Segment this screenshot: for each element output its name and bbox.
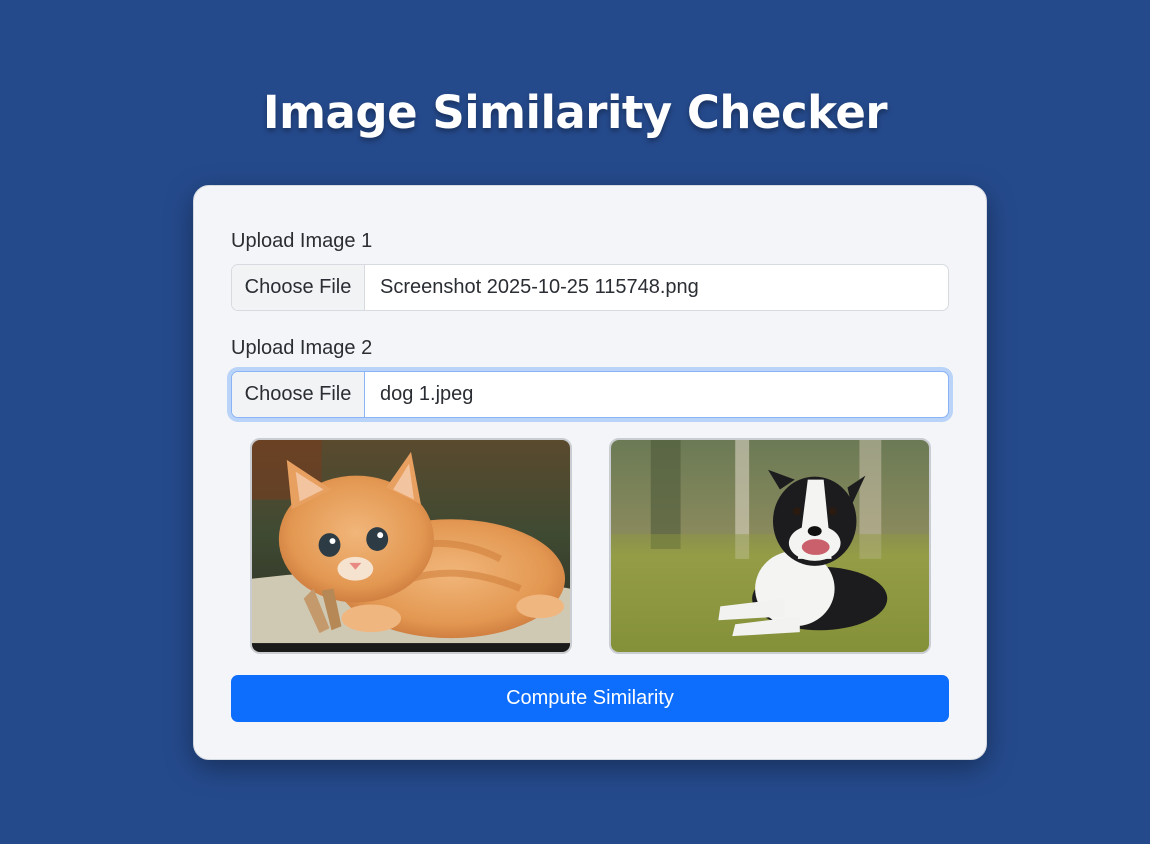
image-1-preview bbox=[250, 438, 572, 654]
compute-similarity-button[interactable]: Compute Similarity bbox=[231, 675, 949, 722]
upload-image-1-input[interactable]: Choose File Screenshot 2025-10-25 115748… bbox=[231, 264, 949, 311]
upload-image-1-label: Upload Image 1 bbox=[231, 230, 373, 252]
file-name-1: Screenshot 2025-10-25 115748.png bbox=[380, 276, 699, 298]
choose-file-2-button[interactable]: Choose File bbox=[232, 372, 365, 417]
kitten-image bbox=[252, 440, 570, 652]
upload-image-2-input[interactable]: Choose File dog 1.jpeg bbox=[231, 371, 949, 418]
upload-card: Upload Image 1 Choose File Screenshot 20… bbox=[193, 185, 987, 760]
upload-image-2-label: Upload Image 2 bbox=[231, 337, 373, 359]
page-title: Image Similarity Checker bbox=[262, 86, 888, 139]
image-2-preview bbox=[609, 438, 931, 654]
choose-file-1-button[interactable]: Choose File bbox=[232, 265, 365, 310]
dog-image bbox=[611, 440, 929, 652]
file-name-2: dog 1.jpeg bbox=[380, 383, 474, 405]
